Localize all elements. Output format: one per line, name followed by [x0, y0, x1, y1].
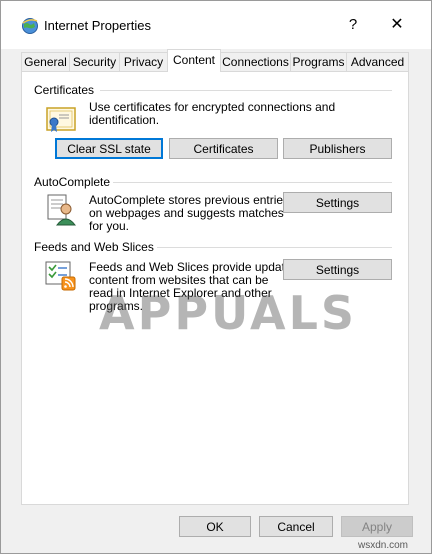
internet-properties-dialog: Internet Properties ? ✕ General Security… [0, 0, 432, 554]
apply-button[interactable]: Apply [341, 516, 413, 537]
tab-general[interactable]: General [21, 52, 70, 71]
cancel-button[interactable]: Cancel [259, 516, 333, 537]
clear-ssl-state-button[interactable]: Clear SSL state [55, 138, 163, 159]
tab-content[interactable]: Content [167, 49, 221, 72]
tab-privacy[interactable]: Privacy [119, 52, 168, 71]
publishers-button[interactable]: Publishers [283, 138, 392, 159]
tab-connections[interactable]: Connections [220, 52, 291, 71]
tab-advanced[interactable]: Advanced [346, 52, 409, 71]
feeds-divider [146, 247, 392, 248]
tab-security[interactable]: Security [69, 52, 120, 71]
autocomplete-icon [47, 194, 77, 226]
help-button[interactable]: ? [343, 15, 363, 35]
internet-globe-icon [22, 18, 38, 34]
certificates-description: Use certificates for encrypted connectio… [89, 100, 336, 127]
certificate-icon [46, 107, 76, 132]
certificates-button[interactable]: Certificates [169, 138, 278, 159]
certificates-heading: Certificates [34, 83, 98, 97]
feeds-heading: Feeds and Web Slices [34, 240, 157, 254]
certificates-divider [100, 90, 392, 91]
autocomplete-settings-button[interactable]: Settings [283, 192, 392, 213]
tab-programs[interactable]: Programs [290, 52, 347, 71]
autocomplete-divider [106, 182, 392, 183]
window-title: Internet Properties [44, 18, 151, 33]
title-bar: Internet Properties ? ✕ [1, 1, 431, 49]
autocomplete-description-line-3: for you. [89, 219, 130, 233]
feeds-icon [45, 261, 76, 291]
site-watermark: wsxdn.com [358, 540, 409, 551]
close-button[interactable]: ✕ [387, 15, 407, 35]
appuals-watermark: APPUALS [99, 286, 358, 340]
ok-button[interactable]: OK [179, 516, 251, 537]
feeds-settings-button[interactable]: Settings [283, 259, 392, 280]
autocomplete-heading: AutoComplete [34, 175, 114, 189]
